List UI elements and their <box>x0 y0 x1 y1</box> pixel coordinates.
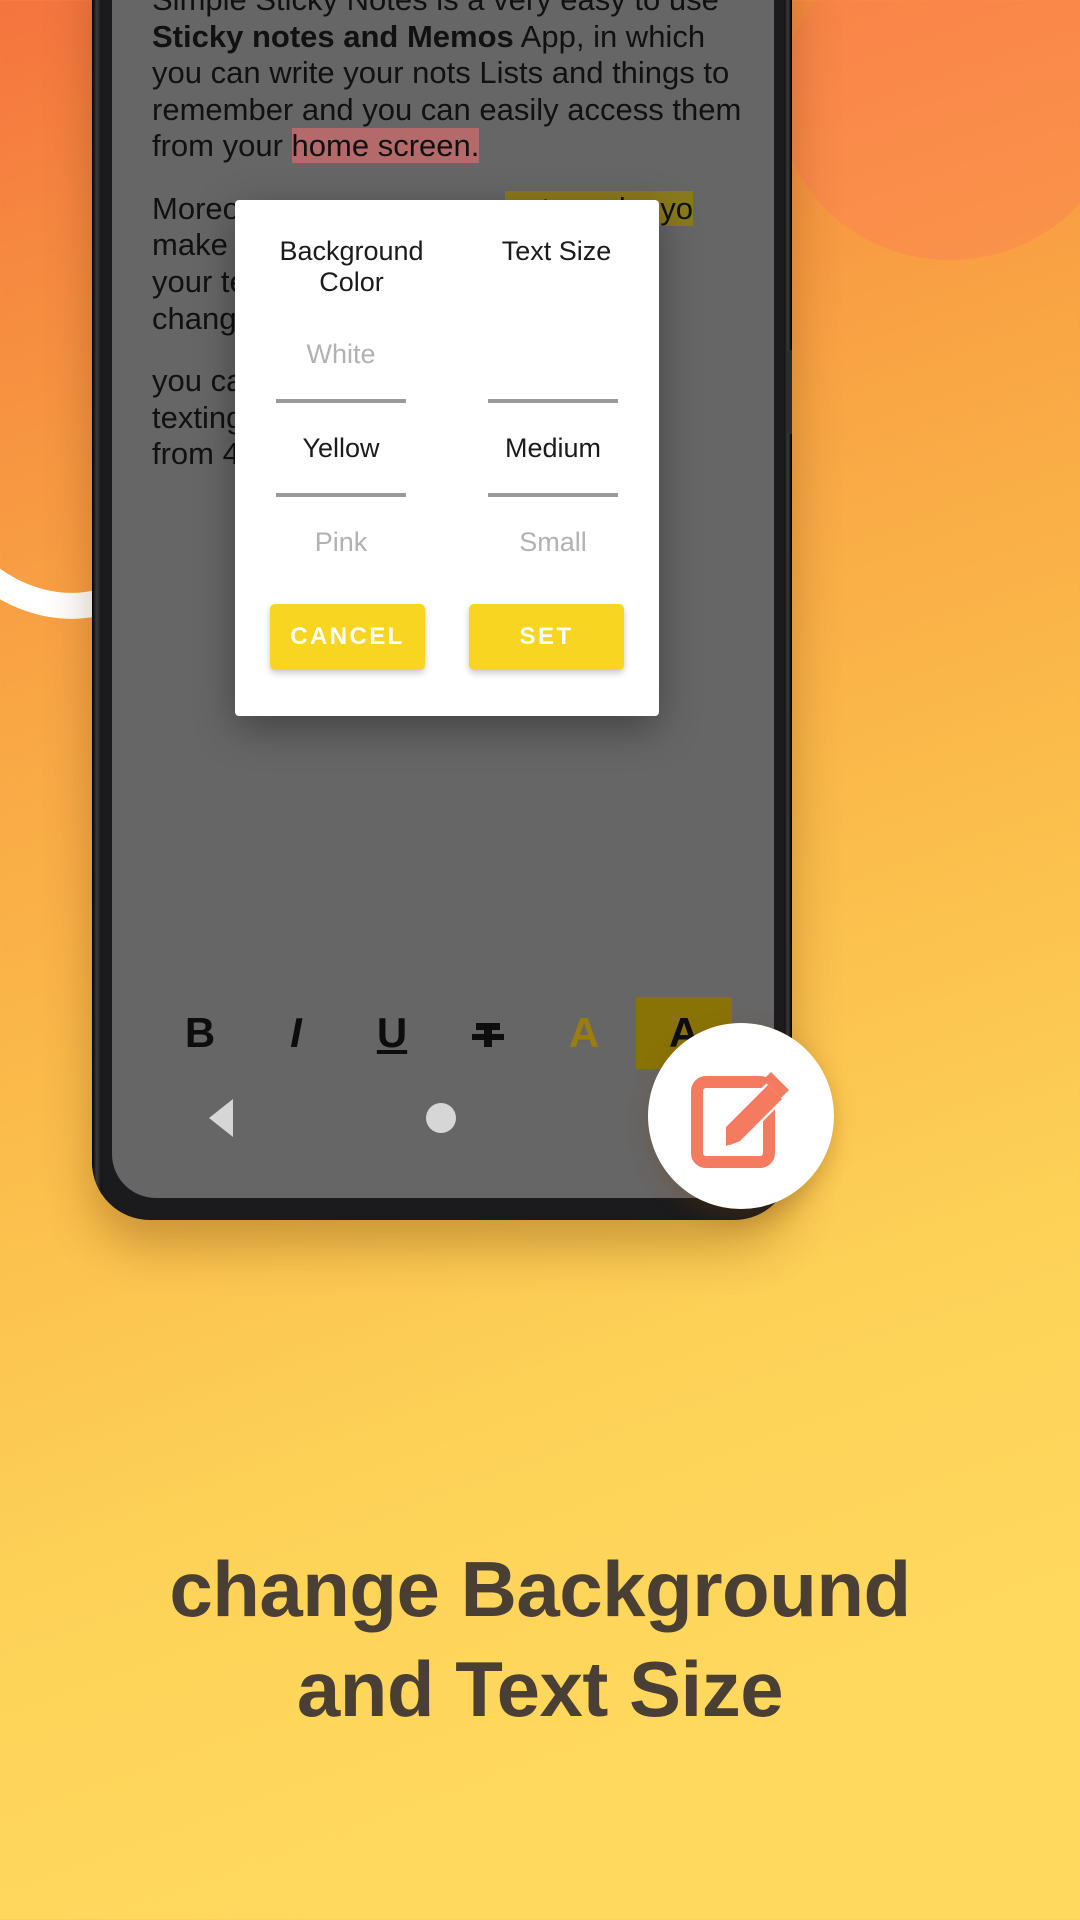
strikethrough-icon <box>472 1022 504 1047</box>
background-color-label: Background Color <box>279 236 424 297</box>
back-button-icon[interactable] <box>208 1099 233 1137</box>
strikethrough-button[interactable] <box>444 994 532 1072</box>
format-toolbar: B I U A A <box>130 994 758 1072</box>
promo-caption: change Background and Text Size <box>0 1540 1080 1740</box>
text-size-label: Text Size <box>501 236 612 266</box>
home-button-icon[interactable] <box>425 1103 456 1133</box>
size-picker-divider-bottom <box>488 493 618 497</box>
text-size-option-prev[interactable] <box>478 326 628 382</box>
edit-note-badge[interactable] <box>648 1023 834 1209</box>
edit-note-icon <box>691 1072 789 1168</box>
text-size-picker[interactable]: Medium Small <box>447 326 659 570</box>
text-size-option-selected[interactable]: Medium <box>478 420 628 476</box>
background-color-picker[interactable]: White Yellow Pink <box>235 326 447 570</box>
caption-line-1: change Background <box>169 1545 911 1633</box>
dialog-pickers: White Yellow Pink Medium Small <box>235 326 659 570</box>
text-size-option-next[interactable]: Small <box>478 514 628 570</box>
background-option-selected[interactable]: Yellow <box>266 420 416 476</box>
dialog-actions: CANCEL SET <box>235 604 659 670</box>
background-blob <box>780 0 1080 260</box>
cancel-button[interactable]: CANCEL <box>270 604 425 670</box>
text-color-button[interactable]: A <box>540 994 628 1072</box>
picker-divider-bottom <box>276 493 406 497</box>
bold-button[interactable]: B <box>156 994 244 1072</box>
volume-key <box>786 350 792 434</box>
italic-button[interactable]: I <box>252 994 340 1072</box>
phone-left-edge <box>92 0 102 1220</box>
settings-dialog: Background Color Text Size White Yellow … <box>235 200 659 716</box>
underline-button[interactable]: U <box>348 994 436 1072</box>
set-button[interactable]: SET <box>469 604 624 670</box>
dialog-headers: Background Color Text Size <box>235 200 659 298</box>
size-picker-divider-top <box>488 399 618 403</box>
background-option-next[interactable]: Pink <box>266 514 416 570</box>
picker-divider-top <box>276 399 406 403</box>
caption-line-2: and Text Size <box>296 1644 784 1733</box>
background-option-prev[interactable]: White <box>266 326 416 382</box>
